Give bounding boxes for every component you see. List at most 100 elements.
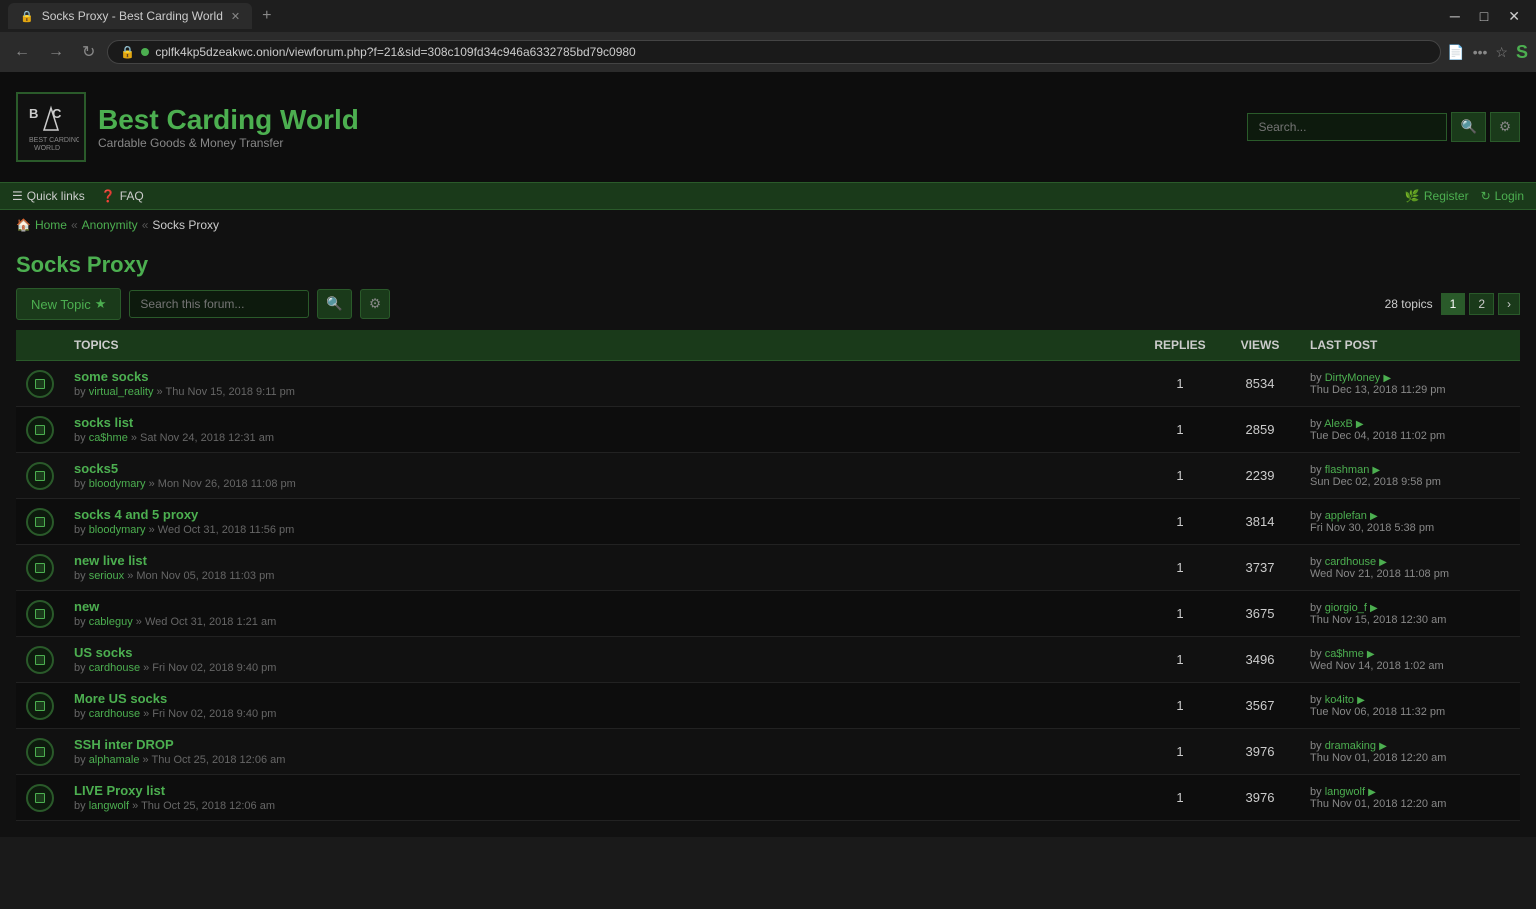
header-search-area: 🔍 ⚙ bbox=[1247, 112, 1520, 142]
topic-author-link[interactable]: langwolf bbox=[89, 800, 129, 812]
minimize-button[interactable]: ─ bbox=[1442, 8, 1468, 25]
hamburger-icon: ☰ bbox=[12, 189, 23, 203]
topic-icon-inner bbox=[35, 609, 45, 619]
page-1-button[interactable]: 1 bbox=[1441, 293, 1466, 315]
forum-search-settings-button[interactable]: ⚙ bbox=[360, 289, 390, 319]
topics-table-header: TOPICS REPLIES VIEWS LAST POST bbox=[16, 330, 1520, 361]
breadcrumb: 🏠 Home « Anonymity « Socks Proxy bbox=[0, 210, 1536, 240]
page-next-button[interactable]: › bbox=[1498, 293, 1520, 315]
header-icon bbox=[16, 330, 64, 361]
quick-links-menu[interactable]: ☰ Quick links bbox=[12, 189, 85, 203]
topic-lastpost-author-link[interactable]: flashman bbox=[1325, 464, 1370, 476]
topic-info-cell: socks 4 and 5 proxy by bloodymary » Wed … bbox=[64, 499, 1140, 545]
back-button[interactable]: ← bbox=[8, 41, 36, 63]
logo-svg: B C BEST CARDING WORLD bbox=[24, 100, 79, 155]
login-link[interactable]: ↻ Login bbox=[1481, 189, 1524, 203]
topic-icon-circle bbox=[26, 692, 54, 720]
topic-author-link[interactable]: serioux bbox=[89, 570, 124, 582]
breadcrumb-home[interactable]: Home bbox=[35, 218, 67, 232]
topic-views-cell: 8534 bbox=[1220, 361, 1300, 407]
topic-title-link[interactable]: More US socks bbox=[74, 691, 1130, 706]
topic-title-link[interactable]: socks5 bbox=[74, 461, 1130, 476]
maximize-button[interactable]: □ bbox=[1472, 8, 1496, 25]
menu-button[interactable]: ••• bbox=[1473, 44, 1488, 60]
login-icon: ↻ bbox=[1481, 189, 1491, 203]
topic-author-link[interactable]: cardhouse bbox=[89, 662, 140, 674]
topic-author-link[interactable]: ca$hme bbox=[89, 432, 128, 444]
lastpost-arrow-icon: ▶ bbox=[1368, 787, 1376, 798]
topic-icon-inner bbox=[35, 655, 45, 665]
topic-lastpost-author-link[interactable]: cardhouse bbox=[1325, 556, 1376, 568]
topic-lastpost-author-link[interactable]: AlexB bbox=[1324, 418, 1353, 430]
register-link[interactable]: 🌿 Register bbox=[1405, 189, 1469, 203]
forum-search-button[interactable]: 🔍 bbox=[317, 289, 352, 319]
new-tab-button[interactable]: + bbox=[256, 5, 277, 27]
forward-button[interactable]: → bbox=[42, 41, 70, 63]
topic-author-link[interactable]: cardhouse bbox=[89, 708, 140, 720]
topic-lastpost-author-link[interactable]: ca$hme bbox=[1325, 648, 1364, 660]
topic-title-link[interactable]: socks list bbox=[74, 415, 1130, 430]
sync-icon[interactable]: S bbox=[1516, 42, 1528, 63]
topic-title-link[interactable]: LIVE Proxy list bbox=[74, 783, 1130, 798]
tab-close-button[interactable]: ✕ bbox=[231, 10, 240, 23]
pagination: 1 2 › bbox=[1441, 293, 1520, 315]
topic-title-link[interactable]: some socks bbox=[74, 369, 1130, 384]
topic-lastpost-author-link[interactable]: dramaking bbox=[1325, 740, 1376, 752]
reload-button[interactable]: ↻ bbox=[76, 40, 101, 64]
topic-author-link[interactable]: virtual_reality bbox=[89, 386, 154, 398]
topic-views-cell: 3814 bbox=[1220, 499, 1300, 545]
topic-author-link[interactable]: bloodymary bbox=[89, 524, 146, 536]
main-content: Socks Proxy New Topic ★ 🔍 ⚙ 28 topics 1 … bbox=[0, 240, 1536, 837]
topic-meta: by cableguy » Wed Oct 31, 2018 1:21 am bbox=[74, 616, 1130, 628]
address-bar[interactable]: 🔒 cplfk4kp5dzeakwc.onion/viewforum.php?f… bbox=[107, 40, 1441, 64]
topic-replies-cell: 1 bbox=[1140, 453, 1220, 499]
topic-lastpost-author-link[interactable]: giorgio_f bbox=[1325, 602, 1367, 614]
topic-lastpost-author-link[interactable]: applefan bbox=[1325, 510, 1367, 522]
topic-icon-cell bbox=[16, 591, 64, 637]
faq-link[interactable]: ❓ FAQ bbox=[101, 189, 144, 203]
topic-icon-inner bbox=[35, 793, 45, 803]
forum-toolbar: New Topic ★ 🔍 ⚙ 28 topics 1 2 › bbox=[16, 288, 1520, 330]
topic-lastpost-author-link[interactable]: DirtyMoney bbox=[1325, 372, 1381, 384]
topic-icon-circle bbox=[26, 646, 54, 674]
topic-title-link[interactable]: new live list bbox=[74, 553, 1130, 568]
topic-lastpost-author-link[interactable]: ko4ito bbox=[1325, 694, 1354, 706]
topic-author-link[interactable]: cableguy bbox=[89, 616, 133, 628]
topic-meta: by bloodymary » Wed Oct 31, 2018 11:56 p… bbox=[74, 524, 1130, 536]
topic-lastpost-cell: by AlexB ▶ Tue Dec 04, 2018 11:02 pm bbox=[1300, 407, 1520, 453]
header-search-button[interactable]: 🔍 bbox=[1451, 112, 1486, 142]
topic-views-cell: 3496 bbox=[1220, 637, 1300, 683]
topic-author-link[interactable]: bloodymary bbox=[89, 478, 146, 490]
breadcrumb-anonymity[interactable]: Anonymity bbox=[82, 218, 138, 232]
url-text: cplfk4kp5dzeakwc.onion/viewforum.php?f=2… bbox=[155, 45, 1428, 59]
table-row: some socks by virtual_reality » Thu Nov … bbox=[16, 361, 1520, 407]
topic-icon-inner bbox=[35, 471, 45, 481]
topic-info-cell: socks list by ca$hme » Sat Nov 24, 2018 … bbox=[64, 407, 1140, 453]
header-search-input[interactable] bbox=[1247, 113, 1447, 141]
breadcrumb-sep1: « bbox=[71, 218, 78, 232]
title-bar: 🔒 Socks Proxy - Best Carding World ✕ + ─… bbox=[0, 0, 1536, 32]
faq-label: FAQ bbox=[120, 189, 144, 203]
svg-text:B: B bbox=[29, 106, 38, 121]
topic-views-cell: 3976 bbox=[1220, 729, 1300, 775]
browser-tab[interactable]: 🔒 Socks Proxy - Best Carding World ✕ bbox=[8, 3, 252, 29]
header-search-settings-button[interactable]: ⚙ bbox=[1490, 112, 1520, 142]
reader-view-icon[interactable]: 📄 bbox=[1447, 44, 1464, 61]
topic-lastpost-author-link[interactable]: langwolf bbox=[1325, 786, 1365, 798]
topic-title-link[interactable]: SSH inter DROP bbox=[74, 737, 1130, 752]
topic-title-link[interactable]: socks 4 and 5 proxy bbox=[74, 507, 1130, 522]
topic-icon-cell bbox=[16, 453, 64, 499]
bookmark-icon[interactable]: ☆ bbox=[1495, 44, 1508, 61]
forum-search-input[interactable] bbox=[129, 290, 309, 318]
topic-meta: by bloodymary » Mon Nov 26, 2018 11:08 p… bbox=[74, 478, 1130, 490]
topic-author-link[interactable]: alphamale bbox=[89, 754, 140, 766]
topic-replies-cell: 1 bbox=[1140, 591, 1220, 637]
home-icon: 🏠 bbox=[16, 218, 31, 232]
table-row: More US socks by cardhouse » Fri Nov 02,… bbox=[16, 683, 1520, 729]
topic-title-link[interactable]: new bbox=[74, 599, 1130, 614]
topic-title-link[interactable]: US socks bbox=[74, 645, 1130, 660]
new-topic-button[interactable]: New Topic ★ bbox=[16, 288, 121, 320]
page-2-button[interactable]: 2 bbox=[1469, 293, 1494, 315]
close-button[interactable]: ✕ bbox=[1500, 8, 1528, 25]
logo-area: B C BEST CARDING WORLD Best Carding Worl… bbox=[16, 92, 359, 162]
